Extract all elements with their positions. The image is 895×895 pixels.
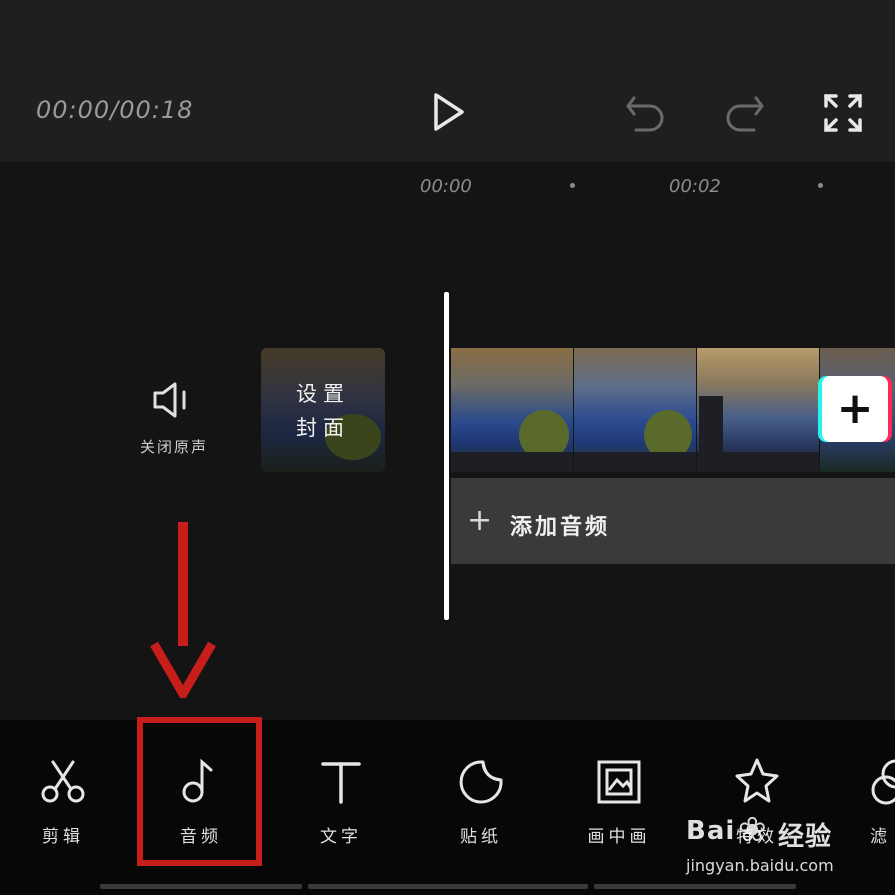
plus-icon: +: [467, 503, 493, 538]
ruler-time-2: 00:02: [669, 176, 721, 197]
playhead[interactable]: [444, 292, 449, 620]
undo-icon[interactable]: [622, 90, 668, 136]
ground-shape: [697, 452, 819, 472]
scroll-indicator: [100, 884, 302, 889]
annotation-highlight-box: [137, 717, 262, 866]
scroll-indicator: [308, 884, 588, 889]
video-frame: [697, 348, 819, 472]
add-audio-label[interactable]: 添加音频: [510, 509, 610, 541]
scroll-indicator: [594, 884, 796, 889]
watermark-brand: Bai: [686, 816, 736, 846]
tool-picture-in-picture[interactable]: 画中画: [564, 756, 674, 856]
ground-shape: [451, 452, 573, 472]
sticker-icon: [459, 760, 503, 804]
redo-icon[interactable]: [722, 90, 768, 136]
tool-label: 贴纸: [460, 827, 502, 847]
watermark-url: jingyan.baidu.com: [686, 856, 834, 875]
baidu-jingyan-watermark: Bai ❀ 经验 jingyan.baidu.com: [686, 810, 856, 878]
tool-sticker[interactable]: 贴纸: [426, 756, 536, 856]
mute-original-sound-label[interactable]: 关闭原声: [128, 436, 220, 457]
effects-icon: [735, 758, 779, 803]
picture-in-picture-icon: [597, 760, 641, 804]
ground-shape: [574, 452, 696, 472]
speaker-icon[interactable]: [150, 378, 196, 422]
video-frame: [451, 348, 573, 472]
filter-icon: [871, 759, 895, 805]
play-icon[interactable]: [424, 88, 472, 136]
cover-label-line1: 设置: [296, 382, 350, 406]
add-clip-button[interactable]: +: [822, 376, 888, 442]
ruler-dot: [570, 183, 575, 188]
cover-label-line2: 封面: [296, 416, 350, 440]
paw-icon: ❀: [738, 810, 767, 850]
annotation-arrow-icon: [150, 522, 216, 698]
ruler-dot: [818, 183, 823, 188]
plus-icon: +: [836, 383, 874, 434]
scissors-icon: [41, 760, 85, 803]
fullscreen-icon[interactable]: [820, 90, 866, 136]
tool-edit[interactable]: 剪辑: [8, 756, 118, 856]
watermark-brand-2: 经验: [778, 822, 833, 852]
tool-label: 画中画: [587, 827, 651, 847]
tool-label: 剪辑: [42, 827, 84, 847]
preview-header: [0, 0, 895, 162]
set-cover-button[interactable]: 设置 封面: [261, 348, 385, 472]
text-icon: [321, 762, 361, 804]
tool-label: 滤: [870, 827, 891, 847]
ruler-time-0: 00:00: [420, 176, 472, 197]
timecode: 00:00/00:18: [36, 96, 194, 124]
video-frame: [574, 348, 696, 472]
tool-label: 文字: [320, 827, 362, 847]
tool-text[interactable]: 文字: [286, 756, 396, 856]
